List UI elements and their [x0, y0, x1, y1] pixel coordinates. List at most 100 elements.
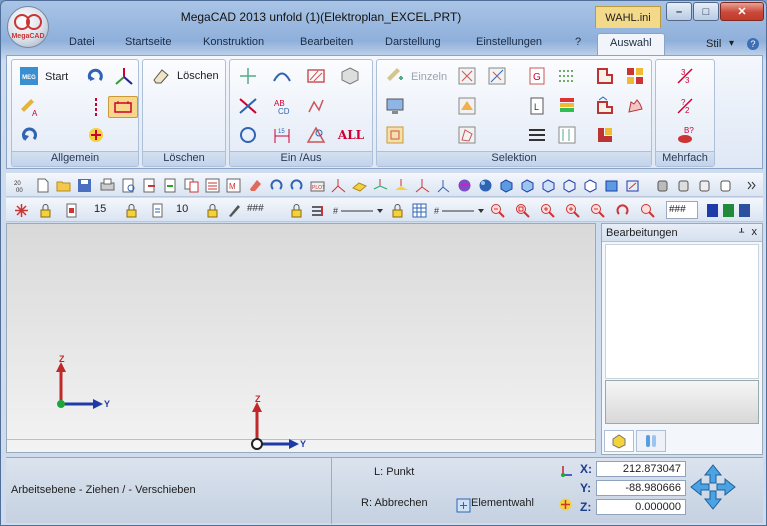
line-value[interactable]: 10	[176, 203, 188, 215]
select-hidden-button[interactable]	[623, 95, 647, 117]
toolbar-undo-button[interactable]	[267, 176, 285, 194]
panel-tab-history[interactable]	[636, 430, 666, 452]
style-menu[interactable]: Stil	[706, 38, 721, 50]
properties-button[interactable]	[203, 176, 221, 194]
tab-konstruktion[interactable]: Konstruktion	[203, 36, 264, 48]
cylinder-2-button[interactable]	[674, 176, 692, 194]
cylinder-1-button[interactable]	[653, 176, 671, 194]
convert-button[interactable]	[182, 176, 200, 194]
import-button[interactable]	[161, 176, 179, 194]
select-polygon-button[interactable]	[455, 124, 479, 146]
world-button[interactable]	[455, 176, 473, 194]
nav-up-arrow-icon[interactable]	[703, 464, 723, 484]
plot-button[interactable]: PLOT	[308, 176, 326, 194]
x-coordinate-field[interactable]: 212.873047	[596, 461, 686, 477]
lock-5-button[interactable]	[388, 201, 406, 219]
nav-down-arrow-icon[interactable]	[703, 490, 723, 510]
help-icon[interactable]: ?	[747, 38, 759, 50]
select-layer-button[interactable]	[593, 65, 617, 87]
hatch-dropdown-1[interactable]: ###	[247, 203, 264, 214]
maximize-button[interactable]: □	[693, 2, 719, 21]
settings-file-button[interactable]: M	[224, 176, 242, 194]
view-iso-button[interactable]	[560, 176, 578, 194]
select-palette-button[interactable]	[555, 95, 579, 117]
toolbar-overflow-button[interactable]	[742, 176, 760, 194]
einzeln-button[interactable]: Einzeln	[411, 71, 447, 83]
redo-button[interactable]	[84, 65, 108, 87]
tab-bearbeiten[interactable]: Bearbeiten	[300, 36, 353, 48]
view-zoom-button[interactable]	[623, 176, 641, 194]
sphere-button[interactable]	[476, 176, 494, 194]
select-group-button[interactable]: G	[525, 65, 549, 87]
undo-button[interactable]	[17, 124, 41, 146]
tab-auswahl[interactable]: Auswahl	[597, 33, 665, 56]
coordinate-axes-button[interactable]	[112, 65, 136, 87]
lock-1-button[interactable]	[36, 201, 54, 219]
close-button[interactable]: ✕	[720, 2, 764, 21]
tab-startseite[interactable]: Startseite	[125, 36, 171, 48]
nav-left-arrow-icon[interactable]	[690, 477, 710, 497]
select-screen-button[interactable]	[383, 95, 407, 117]
minimize-button[interactable]: –	[666, 2, 692, 21]
y-coordinate-field[interactable]: -88.980666	[596, 480, 686, 496]
element-choice-button[interactable]: Elementwahl	[471, 497, 534, 509]
print-preview-button[interactable]	[119, 176, 137, 194]
zoom-previous-button[interactable]	[613, 201, 631, 219]
workplane-button[interactable]	[371, 176, 389, 194]
select-assembly-button[interactable]	[593, 124, 617, 146]
view-top-button[interactable]	[518, 176, 536, 194]
select-color-button[interactable]	[555, 65, 579, 87]
toggle-points-button[interactable]	[236, 65, 260, 87]
lock-4-button[interactable]	[287, 201, 305, 219]
toggle-all-button[interactable]: ALL	[336, 124, 366, 146]
select-previous-button[interactable]	[383, 124, 407, 146]
lock-3-button[interactable]	[203, 201, 221, 219]
toggle-dimensions-button[interactable]: 15	[270, 124, 294, 146]
zoom-all-button[interactable]	[638, 201, 656, 219]
pin-icon[interactable]: ᚆ	[739, 227, 744, 238]
select-crossing-button[interactable]	[485, 65, 509, 87]
zoom-out-button[interactable]	[488, 201, 506, 219]
app-logo-button[interactable]: MegaCAD	[7, 6, 49, 48]
toolbar-redo-button[interactable]	[287, 176, 305, 194]
layer-tool-button[interactable]	[108, 96, 138, 118]
scale-button[interactable]: 20 00	[12, 176, 30, 194]
drawing-canvas[interactable]: Z Y Z Y	[6, 223, 596, 453]
select-fence-button[interactable]	[455, 95, 479, 117]
linetype-dropdown[interactable]: #	[333, 201, 383, 219]
toggle-circles-button[interactable]	[236, 124, 260, 146]
select-window-button[interactable]	[455, 65, 479, 87]
zoom-minus-button[interactable]	[588, 201, 606, 219]
toggle-solids-button[interactable]	[338, 65, 362, 87]
workplane-rotate-button[interactable]	[413, 176, 431, 194]
context-tab[interactable]: WAHL.ini	[595, 6, 661, 28]
select-linetype-button[interactable]	[525, 124, 549, 146]
grid-button[interactable]	[410, 201, 428, 219]
view-side-button[interactable]	[539, 176, 557, 194]
tab-darstellung[interactable]: Darstellung	[385, 36, 441, 48]
tab-help[interactable]: ?	[575, 36, 581, 48]
view-front-button[interactable]	[497, 176, 515, 194]
plane-button[interactable]	[350, 176, 368, 194]
workplane-axis-button[interactable]	[434, 176, 452, 194]
axis-button[interactable]	[329, 176, 347, 194]
color-swatch-blue-2[interactable]	[735, 201, 753, 219]
dashed-line-button[interactable]	[84, 96, 108, 118]
snap-button[interactable]	[12, 201, 30, 219]
select-pen-button[interactable]	[555, 124, 579, 146]
toggle-hatch-button[interactable]	[304, 65, 328, 87]
toggle-text-button[interactable]: AB CD	[270, 95, 294, 117]
cylinder-3-button[interactable]	[695, 176, 713, 194]
hatch-input[interactable]: ###	[666, 201, 698, 219]
print-button[interactable]	[98, 176, 116, 194]
new-file-button[interactable]	[33, 176, 51, 194]
open-file-button[interactable]	[54, 176, 72, 194]
select-parent-button[interactable]	[593, 95, 617, 117]
zoom-window-button[interactable]	[513, 201, 531, 219]
multi-select-2-button[interactable]: ? 2	[673, 95, 697, 117]
multi-select-query-button[interactable]: B?	[673, 124, 697, 146]
toggle-lines-button[interactable]	[236, 95, 260, 117]
operations-list[interactable]	[605, 244, 759, 379]
tab-einstellungen[interactable]: Einstellungen	[476, 36, 542, 48]
loeschen-button[interactable]: Löschen	[177, 70, 219, 82]
